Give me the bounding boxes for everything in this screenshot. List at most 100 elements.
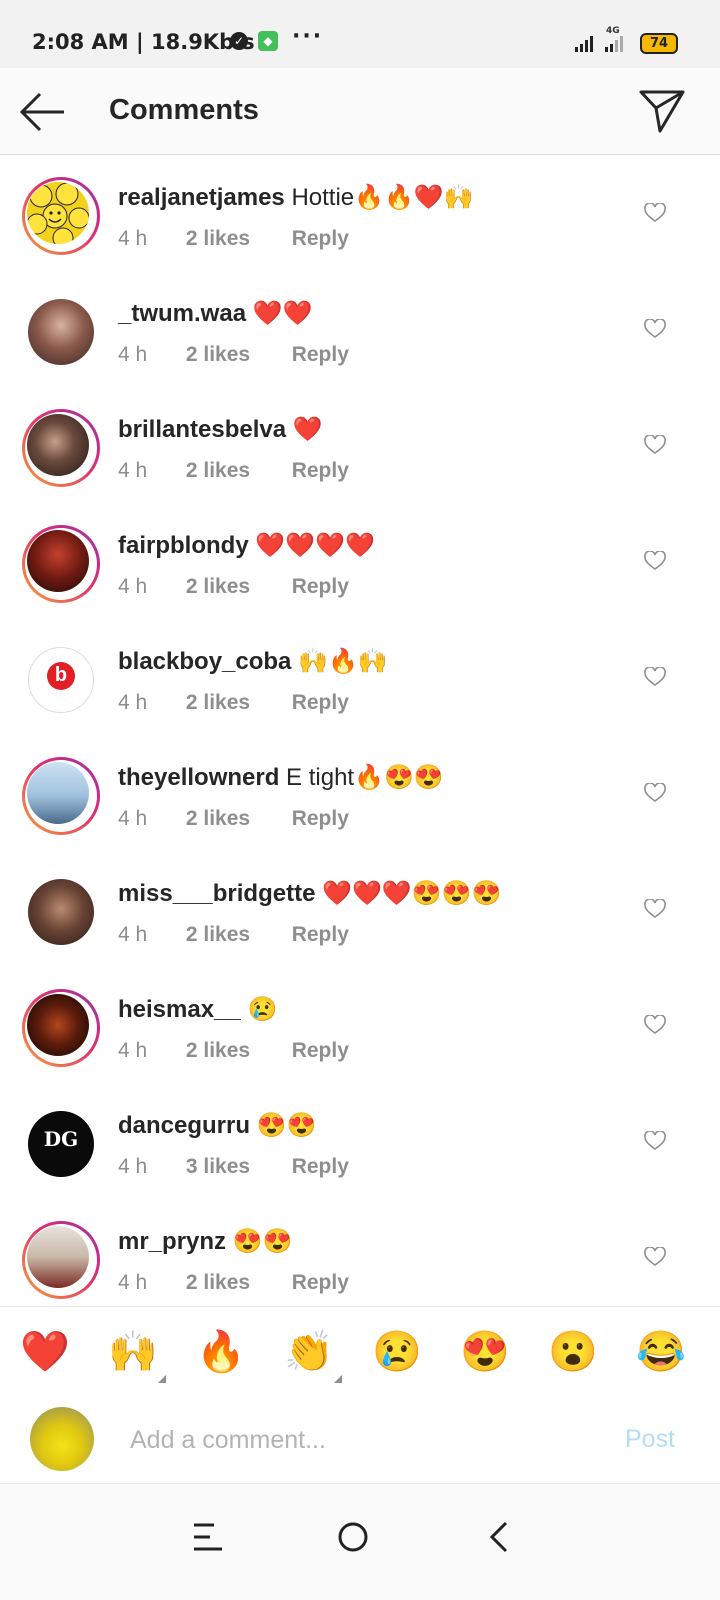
like-heart-icon[interactable] (644, 1247, 666, 1267)
comment-likes[interactable]: 2 likes (186, 575, 286, 599)
comment-item: b blackboy_coba 🙌🔥🙌 4 h 2 likes Reply (0, 619, 720, 735)
comment-username[interactable]: heismax__ (118, 996, 241, 1023)
reply-button[interactable]: Reply (292, 807, 349, 831)
like-heart-icon[interactable] (644, 667, 666, 687)
emoji-heart-button[interactable]: ❤️ (20, 1327, 70, 1377)
reply-button[interactable]: Reply (292, 1271, 349, 1295)
story-ring[interactable] (22, 177, 100, 255)
emoji-surprised-button[interactable]: 😮 (548, 1327, 598, 1377)
reply-button[interactable]: Reply (292, 1039, 349, 1063)
avatar[interactable] (27, 762, 89, 824)
reply-button[interactable]: Reply (292, 343, 349, 367)
comment-likes[interactable]: 2 likes (186, 1271, 286, 1295)
emoji-raising-hands-button[interactable]: 🙌 (108, 1327, 166, 1383)
home-circle-icon[interactable] (336, 1520, 370, 1554)
comment-likes[interactable]: 2 likes (186, 691, 286, 715)
status-bar: 2:08 AM | 18.9Kb.s ✓ ◆ ··· 4G 74 (0, 0, 720, 68)
menu-icon[interactable] (190, 1520, 226, 1554)
comment-text-line: fairpblondy ❤️❤️❤️❤️ (118, 531, 375, 560)
avatar[interactable]: DG (28, 1111, 94, 1177)
comment-time: 4 h (118, 1039, 148, 1062)
comment-text-line: heismax__ 😢 (118, 995, 277, 1024)
arrow-left-icon[interactable] (18, 90, 68, 134)
comment-username[interactable]: dancegurru (118, 1112, 250, 1139)
emoji-fire-button[interactable]: 🔥 (196, 1327, 246, 1377)
comment-text-line: brillantesbelva ❤️ (118, 415, 323, 444)
emoji-laughing-button[interactable]: 😂 (636, 1327, 686, 1377)
emoji-clapping-button[interactable]: 👏 (284, 1327, 342, 1383)
comment-likes[interactable]: 2 likes (186, 923, 286, 947)
comment-likes[interactable]: 2 likes (186, 343, 286, 367)
comment-username[interactable]: realjanetjames (118, 184, 285, 211)
avatar[interactable] (27, 530, 89, 592)
comment-item: fairpblondy ❤️❤️❤️❤️ 4 h 2 likes Reply (0, 503, 720, 619)
avatar[interactable] (27, 182, 89, 244)
comment-text-line: miss___bridgette ❤️❤️❤️😍😍😍 (118, 879, 501, 908)
avatar-logo: b (47, 662, 75, 690)
emoji-crying-button[interactable]: 😢 (372, 1327, 422, 1377)
emoji-heart-eyes-button[interactable]: 😍 (460, 1327, 510, 1377)
comment-likes[interactable]: 2 likes (186, 459, 286, 483)
like-heart-icon[interactable] (644, 203, 666, 223)
like-heart-icon[interactable] (644, 435, 666, 455)
reply-button[interactable]: Reply (292, 227, 349, 251)
reply-button[interactable]: Reply (292, 459, 349, 483)
comment-body: Hottie🔥🔥❤️🙌 (291, 184, 474, 211)
comment-likes[interactable]: 2 likes (186, 1039, 286, 1063)
comment-body: ❤️❤️ (252, 300, 313, 327)
comment-username[interactable]: _twum.waa (118, 300, 246, 327)
comment-text-line: theyellownerd E tight🔥😍😍 (118, 763, 444, 792)
comment-likes[interactable]: 2 likes (186, 807, 286, 831)
like-heart-icon[interactable] (644, 551, 666, 571)
comment-item: _twum.waa ❤️❤️ 4 h 2 likes Reply (0, 271, 720, 387)
story-ring[interactable] (22, 409, 100, 487)
avatar[interactable] (27, 994, 89, 1056)
reply-button[interactable]: Reply (292, 575, 349, 599)
comment-list[interactable]: realjanetjames Hottie🔥🔥❤️🙌 4 h 2 likes R… (0, 155, 720, 1305)
post-button[interactable]: Post (625, 1425, 675, 1454)
comment-item: DG dancegurru 😍😍 4 h 3 likes Reply (0, 1083, 720, 1199)
comment-text-line: realjanetjames Hottie🔥🔥❤️🙌 (118, 183, 474, 212)
comment-meta: 4 h 2 likes Reply (118, 1271, 349, 1295)
comment-text-line: mr_prynz 😍😍 (118, 1227, 292, 1256)
avatar[interactable] (28, 879, 94, 945)
comment-username[interactable]: miss___bridgette (118, 880, 315, 907)
system-nav-bar (0, 1484, 720, 1600)
like-heart-icon[interactable] (644, 1131, 666, 1151)
avatar[interactable]: b (28, 647, 94, 713)
comment-username[interactable]: blackboy_coba (118, 648, 291, 675)
comment-likes[interactable]: 2 likes (186, 227, 286, 251)
reply-button[interactable]: Reply (292, 1155, 349, 1179)
comment-item: realjanetjames Hottie🔥🔥❤️🙌 4 h 2 likes R… (0, 155, 720, 271)
like-heart-icon[interactable] (644, 783, 666, 803)
avatar[interactable] (27, 1226, 89, 1288)
reply-button[interactable]: Reply (292, 923, 349, 947)
comment-likes[interactable]: 3 likes (186, 1155, 286, 1179)
comment-username[interactable]: theyellownerd (118, 764, 279, 791)
comment-meta: 4 h 2 likes Reply (118, 459, 349, 483)
comment-username[interactable]: mr_prynz (118, 1228, 226, 1255)
like-heart-icon[interactable] (644, 899, 666, 919)
story-ring[interactable] (22, 1221, 100, 1299)
comment-username[interactable]: fairpblondy (118, 532, 249, 559)
avatar[interactable] (27, 414, 89, 476)
comment-time: 4 h (118, 1155, 148, 1178)
more-notifications-icon: ··· (292, 24, 324, 49)
like-heart-icon[interactable] (644, 1015, 666, 1035)
like-heart-icon[interactable] (644, 319, 666, 339)
comment-item: mr_prynz 😍😍 4 h 2 likes Reply (0, 1199, 720, 1305)
comment-time: 4 h (118, 575, 148, 598)
comment-username[interactable]: brillantesbelva (118, 416, 286, 443)
comment-meta: 4 h 2 likes Reply (118, 1039, 349, 1063)
comment-body: ❤️❤️❤️😍😍😍 (322, 880, 502, 907)
verified-check-icon: ✓ (230, 32, 248, 50)
story-ring[interactable] (22, 525, 100, 603)
avatar[interactable] (28, 299, 94, 365)
comment-input[interactable] (128, 1419, 602, 1461)
comment-meta: 4 h 2 likes Reply (118, 575, 349, 599)
back-chevron-icon[interactable] (486, 1520, 514, 1554)
reply-button[interactable]: Reply (292, 691, 349, 715)
story-ring[interactable] (22, 757, 100, 835)
paper-plane-icon[interactable] (638, 88, 686, 134)
story-ring[interactable] (22, 989, 100, 1067)
